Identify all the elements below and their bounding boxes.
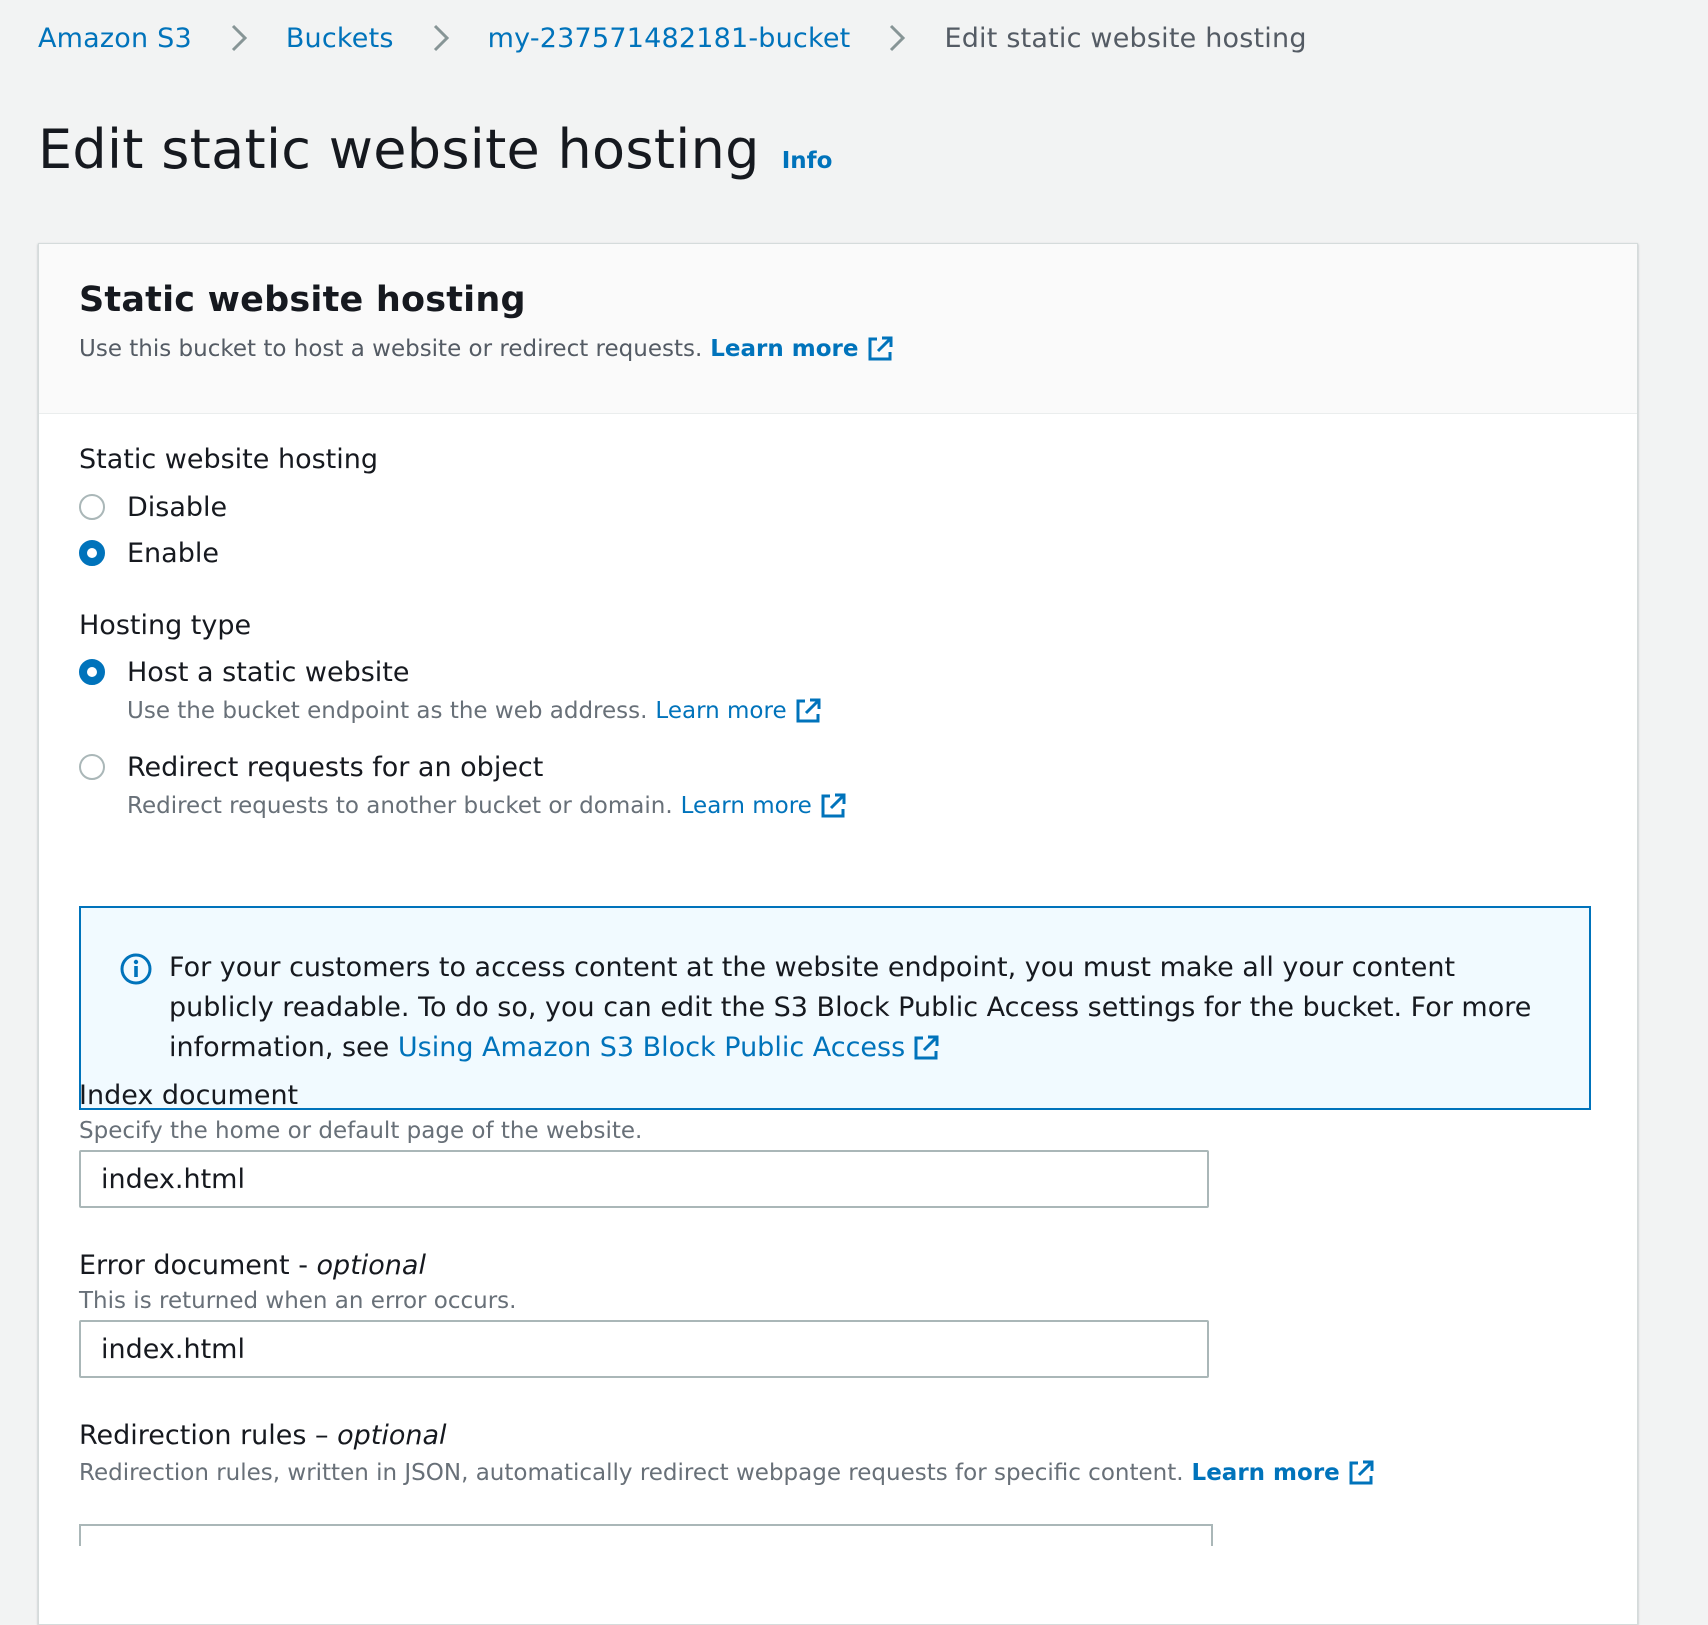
error-document-input[interactable] <box>79 1320 1209 1378</box>
panel-title: Static website hosting <box>79 280 526 320</box>
redirection-rules-label-text: Redirection rules – <box>79 1420 338 1451</box>
redirect-learn-more-link[interactable]: Learn more <box>681 793 812 819</box>
chevron-right-icon <box>218 22 260 54</box>
page-title: Edit static website hosting <box>38 118 760 181</box>
breadcrumb-current: Edit static website hosting <box>944 22 1307 54</box>
radio-redirect-description-text: Redirect requests to another bucket or d… <box>127 793 673 819</box>
breadcrumb-buckets[interactable]: Buckets <box>286 23 394 54</box>
page-header: Edit static website hosting Info <box>38 118 832 181</box>
info-alert: For your customers to access content at … <box>79 906 1591 1110</box>
external-link-icon[interactable] <box>793 696 823 726</box>
radio-redirect-description: Redirect requests to another bucket or d… <box>127 791 848 821</box>
redirection-rules-description: Redirection rules, written in JSON, auto… <box>79 1458 1376 1488</box>
index-document-description: Specify the home or default page of the … <box>79 1118 643 1144</box>
info-circle-icon <box>119 952 153 986</box>
radio-host-static-description-text: Use the bucket endpoint as the web addre… <box>127 698 648 724</box>
radio-host-static-control[interactable] <box>79 659 105 685</box>
radio-redirect-control[interactable] <box>79 754 105 780</box>
breadcrumb-amazon-s3[interactable]: Amazon S3 <box>38 23 192 54</box>
block-public-access-link-wrapper[interactable]: Using Amazon S3 Block Public Access <box>398 1028 941 1068</box>
external-link-icon[interactable] <box>865 334 895 364</box>
radio-host-static-website[interactable]: Host a static website Use the bucket end… <box>79 657 823 726</box>
redirection-rules-label: Redirection rules – optional <box>79 1420 447 1451</box>
external-link-icon[interactable] <box>911 1033 941 1063</box>
external-link-icon[interactable] <box>818 791 848 821</box>
panel-header: Static website hosting Use this bucket t… <box>39 244 1637 414</box>
redirection-rules-editor[interactable] <box>79 1524 1213 1546</box>
info-link[interactable]: Info <box>782 148 833 174</box>
error-document-optional: optional <box>316 1250 426 1281</box>
breadcrumb-bucket-name[interactable]: my-237571482181-bucket <box>488 23 851 54</box>
radio-host-static-description: Use the bucket endpoint as the web addre… <box>127 696 823 726</box>
error-document-description: This is returned when an error occurs. <box>79 1288 517 1314</box>
error-document-label-text: Error document - <box>79 1250 317 1281</box>
radio-enable[interactable]: Enable <box>79 538 219 569</box>
radio-host-static-label[interactable]: Host a static website <box>127 657 823 688</box>
redirection-rules-learn-more-link[interactable]: Learn more <box>1192 1460 1340 1486</box>
radio-redirect-label[interactable]: Redirect requests for an object <box>127 752 848 783</box>
hosting-toggle-label: Static website hosting <box>79 444 379 475</box>
redirection-rules-optional: optional <box>337 1420 447 1451</box>
index-document-input[interactable] <box>79 1150 1209 1208</box>
radio-disable-label[interactable]: Disable <box>127 492 227 523</box>
error-document-label: Error document - optional <box>79 1250 426 1281</box>
external-link-icon[interactable] <box>1346 1458 1376 1488</box>
hosting-type-label: Hosting type <box>79 610 252 641</box>
radio-disable[interactable]: Disable <box>79 492 227 523</box>
panel-description: Use this bucket to host a website or red… <box>79 334 1597 364</box>
chevron-right-icon <box>876 22 918 54</box>
panel-learn-more-link[interactable]: Learn more <box>710 336 858 362</box>
panel-description-text: Use this bucket to host a website or red… <box>79 336 703 362</box>
radio-enable-control[interactable] <box>79 540 105 566</box>
block-public-access-link[interactable]: Using Amazon S3 Block Public Access <box>398 1028 905 1068</box>
breadcrumb: Amazon S3 Buckets my-237571482181-bucket… <box>38 22 1307 54</box>
radio-redirect-requests[interactable]: Redirect requests for an object Redirect… <box>79 752 848 821</box>
host-static-learn-more-link[interactable]: Learn more <box>655 698 786 724</box>
info-alert-text: For your customers to access content at … <box>169 948 1549 1108</box>
radio-enable-label[interactable]: Enable <box>127 538 219 569</box>
radio-disable-control[interactable] <box>79 494 105 520</box>
index-document-label: Index document <box>79 1080 299 1111</box>
chevron-right-icon <box>420 22 462 54</box>
static-website-hosting-panel: Static website hosting Use this bucket t… <box>38 243 1638 1625</box>
redirection-rules-description-text: Redirection rules, written in JSON, auto… <box>79 1460 1184 1486</box>
